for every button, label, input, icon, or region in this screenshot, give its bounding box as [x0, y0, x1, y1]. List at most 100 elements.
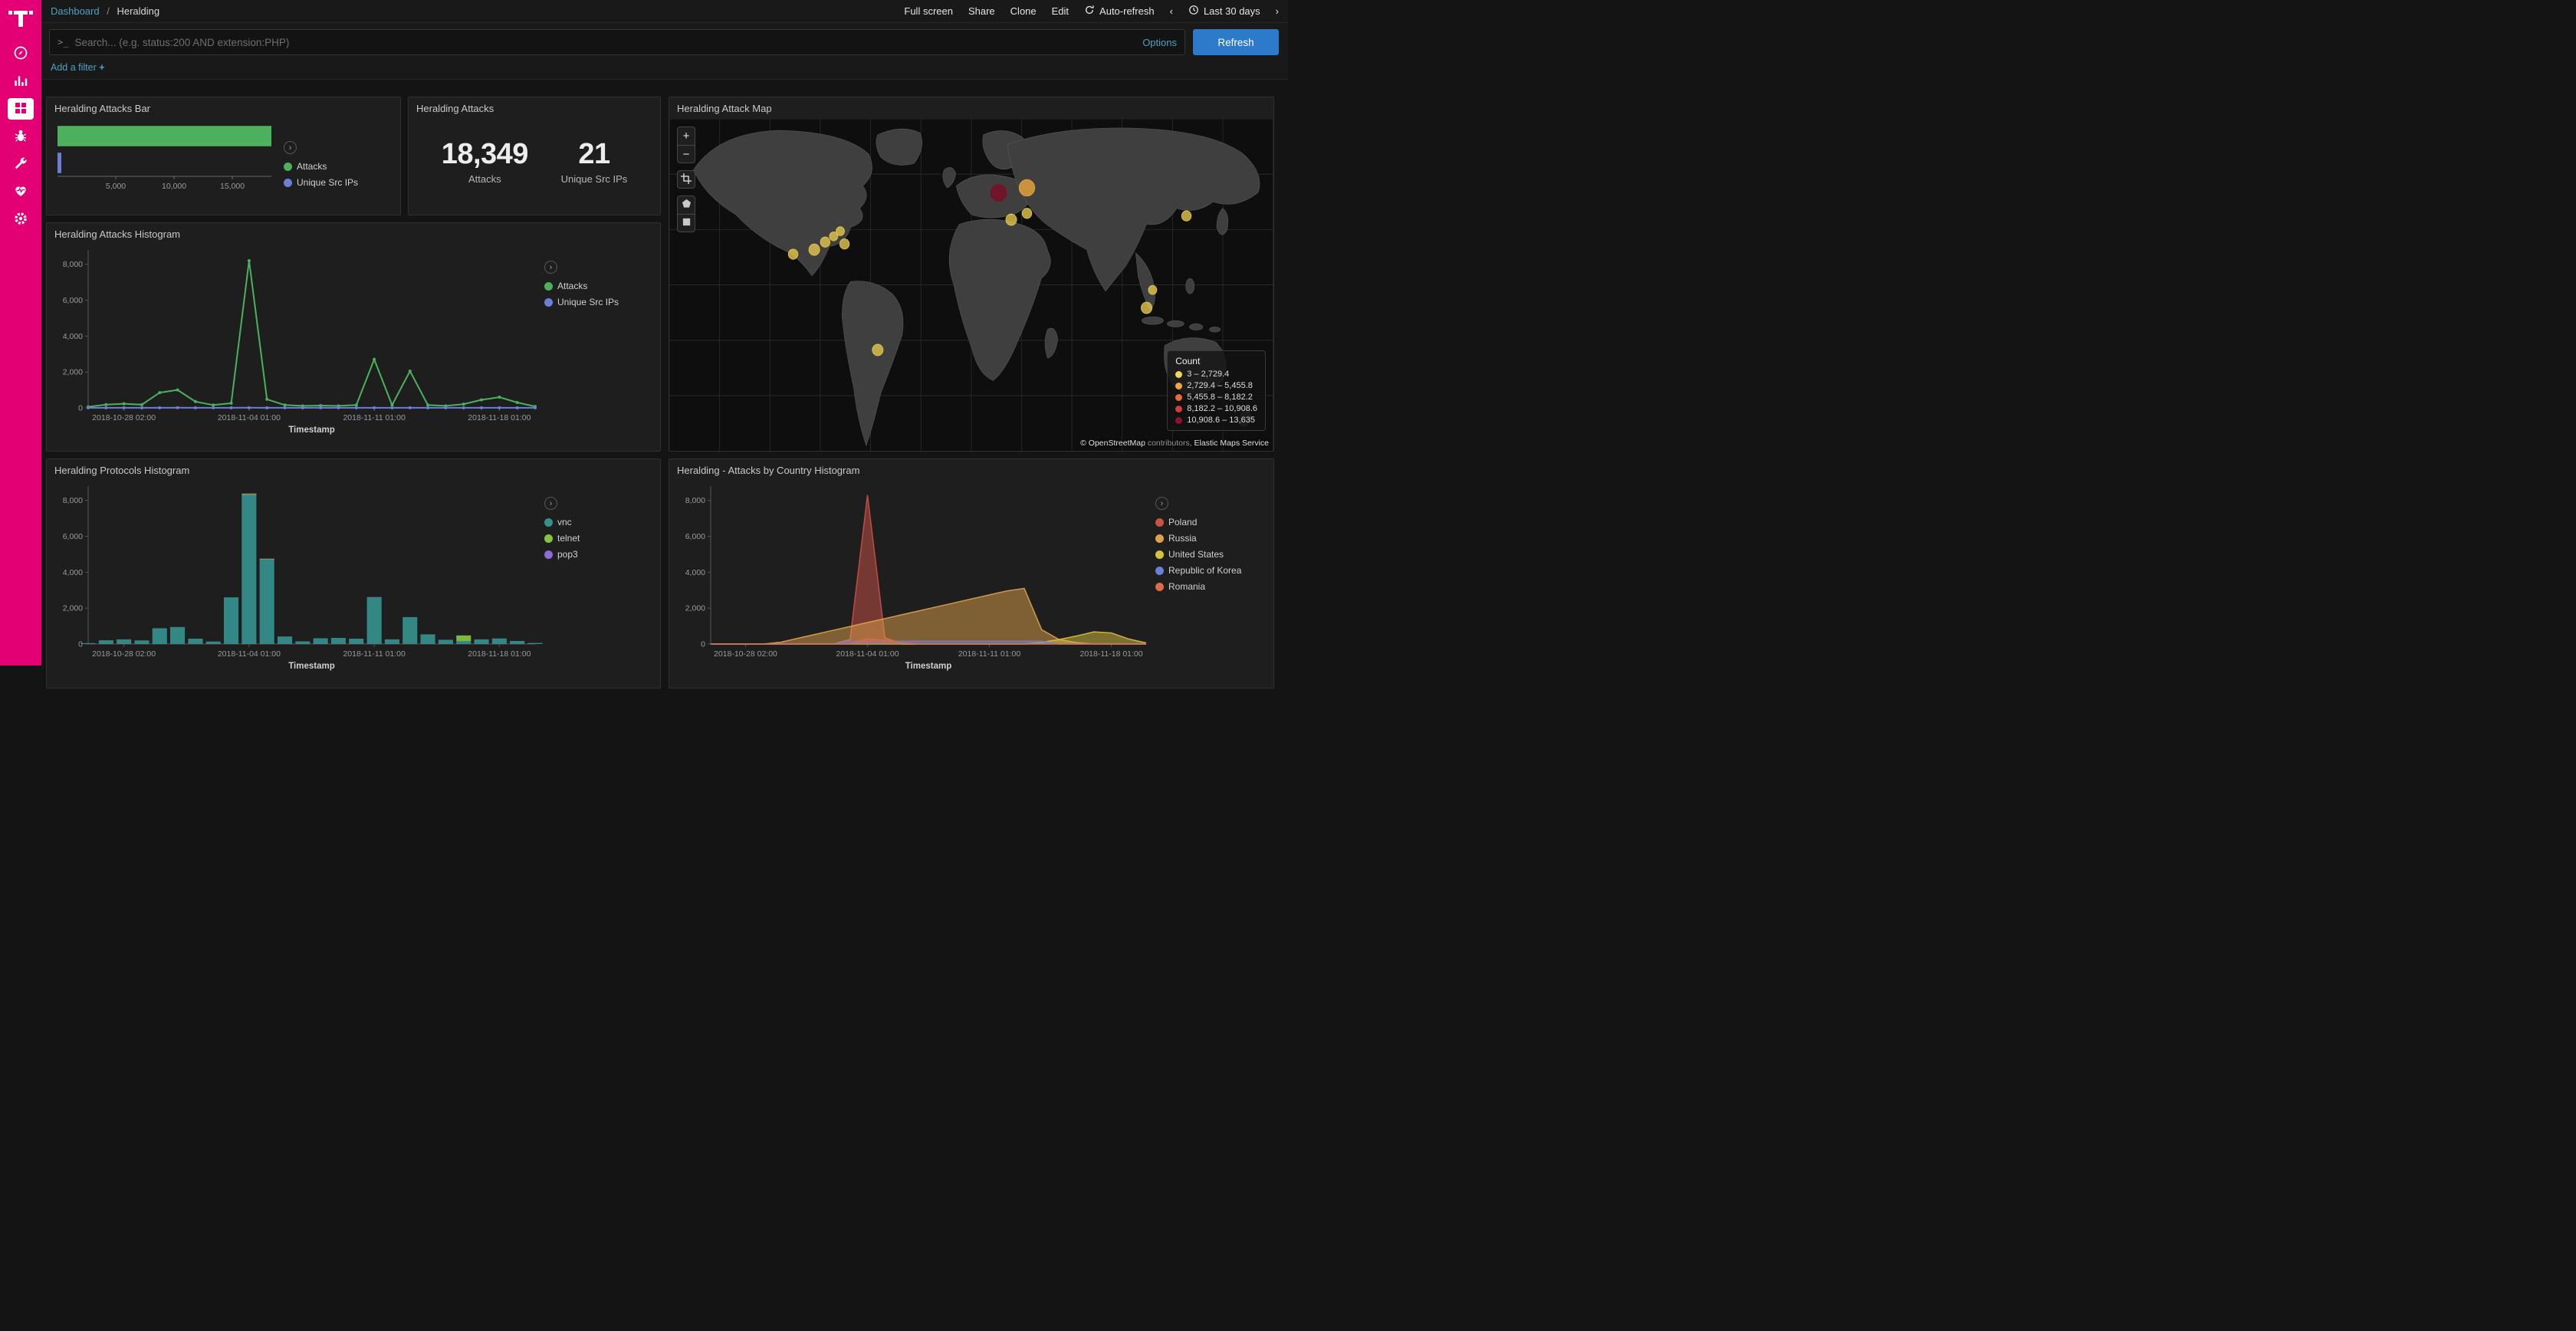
legend-dot [1175, 394, 1182, 401]
legend-collapse-icon[interactable]: › [544, 497, 557, 510]
legend-dot [1155, 550, 1164, 559]
legend-item[interactable]: Republic of Korea [1155, 565, 1269, 576]
bar-chart-icon [13, 73, 28, 90]
refresh-button[interactable]: Refresh [1193, 29, 1279, 55]
svg-text:8,000: 8,000 [685, 496, 705, 505]
time-back-chevron[interactable]: ‹ [1170, 6, 1173, 17]
svg-text:2018-10-28 02:00: 2018-10-28 02:00 [92, 649, 156, 659]
svg-text:2,000: 2,000 [63, 368, 83, 377]
svg-text:4,000: 4,000 [63, 332, 83, 341]
edit-button[interactable]: Edit [1052, 5, 1069, 17]
terminal-prompt-icon: >_ [58, 37, 68, 48]
filter-bar: Add a filter + [41, 59, 1288, 80]
protocols-histogram-chart[interactable]: 02,0004,0006,0008,0002018-10-28 02:00201… [50, 477, 544, 675]
legend-item[interactable]: United States [1155, 549, 1269, 560]
legend-label: vnc [557, 517, 572, 527]
legend-item[interactable]: pop3 [544, 549, 652, 560]
world-map[interactable]: + − [669, 119, 1273, 451]
legend-item[interactable]: Romania [1155, 581, 1269, 592]
legend-label: Russia [1168, 533, 1197, 544]
legend-dot [544, 550, 553, 559]
svg-text:8,000: 8,000 [63, 260, 83, 269]
legend-item[interactable]: vnc [544, 517, 652, 527]
crop-icon [681, 173, 692, 186]
protocols-legend: › vnc telnet pop3 [544, 477, 652, 675]
time-range-picker[interactable]: Last 30 days [1188, 5, 1260, 18]
legend-item[interactable]: Attacks [544, 281, 652, 291]
map-zoom-out-button[interactable]: − [678, 145, 695, 163]
metric-value: 18,349 [442, 138, 528, 171]
sidebar-item-management[interactable] [8, 209, 34, 230]
attacks-histogram-chart[interactable]: 02,0004,0006,0008,0002018-10-28 02:00201… [50, 241, 544, 439]
svg-text:6,000: 6,000 [685, 532, 705, 541]
legend-collapse-icon[interactable]: › [544, 261, 557, 274]
app: Dashboard / Heralding Full screen Share … [0, 0, 1288, 666]
telekom-logo-icon [8, 6, 33, 31]
legend-dot [1155, 518, 1164, 527]
svg-text:2018-11-18 01:00: 2018-11-18 01:00 [1079, 649, 1142, 659]
map-zoom-in-button[interactable]: + [678, 127, 695, 145]
panel-attacks-metric: Heralding Attacks 18,349 Attacks 21 Uniq… [408, 97, 661, 215]
attacks-bar-legend: › Attacks Unique Src IPs [284, 115, 391, 198]
svg-text:6,000: 6,000 [63, 296, 83, 305]
legend-dot [1175, 371, 1182, 378]
attacks-histogram-legend: › Attacks Unique Src IPs [544, 241, 652, 439]
breadcrumb-separator: / [107, 5, 110, 17]
legend-label: Poland [1168, 517, 1197, 527]
full-screen-button[interactable]: Full screen [904, 5, 953, 17]
gear-icon [13, 211, 28, 228]
map-crop-tool-button[interactable] [677, 170, 695, 189]
legend-item[interactable]: Unique Src IPs [284, 177, 391, 188]
svg-text:2,000: 2,000 [63, 604, 83, 613]
top-nav-bar: Dashboard / Heralding Full screen Share … [41, 0, 1288, 23]
top-actions: Full screen Share Clone Edit Auto-refres… [904, 5, 1279, 18]
legend-item[interactable]: Unique Src IPs [544, 297, 652, 307]
legend-dot [544, 282, 553, 291]
legend-label: Unique Src IPs [557, 297, 619, 307]
search-box: >_ Options [49, 29, 1185, 55]
legend-item[interactable]: Russia [1155, 533, 1269, 544]
map-attribution: © OpenStreetMap contributors, Elastic Ma… [1080, 439, 1269, 448]
wrench-icon [13, 156, 28, 173]
country-histogram-chart[interactable]: 02,0004,0006,0008,0002018-10-28 02:00201… [672, 477, 1155, 675]
heartbeat-icon [13, 183, 28, 201]
sidebar-item-dev-tools[interactable] [8, 153, 34, 175]
legend-dot [1175, 383, 1182, 389]
svg-text:2018-11-18 01:00: 2018-11-18 01:00 [468, 413, 531, 422]
sidebar-item-bug[interactable] [8, 126, 34, 147]
map-legend-row: 2,729.4 – 5,455.8 [1175, 381, 1257, 390]
add-filter-link[interactable]: Add a filter + [51, 62, 105, 73]
legend-label: Attacks [297, 161, 327, 172]
svg-text:15,000: 15,000 [220, 182, 245, 191]
attacks-bar-chart[interactable]: 5,00010,00015,000 [50, 115, 284, 198]
share-button[interactable]: Share [968, 5, 995, 17]
sidebar-item-dashboard[interactable] [8, 98, 34, 120]
svg-text:2018-11-11 01:00: 2018-11-11 01:00 [958, 649, 1021, 659]
sidebar-item-visualize[interactable] [8, 71, 34, 92]
map-legend-row: 3 – 2,729.4 [1175, 370, 1257, 379]
legend-item[interactable]: Poland [1155, 517, 1269, 527]
time-range-label: Last 30 days [1204, 5, 1260, 17]
legend-collapse-icon[interactable]: › [284, 141, 297, 154]
sidebar-item-discover[interactable] [8, 43, 34, 64]
legend-item[interactable]: Attacks [284, 161, 391, 172]
legend-dot [284, 163, 292, 171]
panel-country-histogram: Heralding - Attacks by Country Histogram… [669, 458, 1274, 689]
query-bar: >_ Options Refresh [41, 23, 1288, 59]
search-input[interactable] [74, 37, 1136, 48]
main-area: Dashboard / Heralding Full screen Share … [41, 0, 1288, 666]
legend-item[interactable]: telnet [544, 533, 652, 544]
sidebar-item-monitoring[interactable] [8, 181, 34, 202]
clone-button[interactable]: Clone [1010, 5, 1037, 17]
metric-label: Attacks [442, 173, 528, 185]
map-rectangle-tool-button[interactable] [678, 214, 695, 232]
breadcrumb-dashboard-link[interactable]: Dashboard [51, 5, 100, 17]
options-link[interactable]: Options [1142, 37, 1177, 48]
svg-text:Timestamp: Timestamp [288, 662, 335, 671]
map-polygon-tool-button[interactable] [678, 196, 695, 214]
panel-title: Heralding Attacks Bar [47, 97, 400, 115]
time-forward-chevron[interactable]: › [1276, 6, 1279, 17]
legend-collapse-icon[interactable]: › [1155, 497, 1168, 510]
auto-refresh-button[interactable]: Auto-refresh [1084, 5, 1155, 18]
map-controls: + − [677, 127, 695, 232]
